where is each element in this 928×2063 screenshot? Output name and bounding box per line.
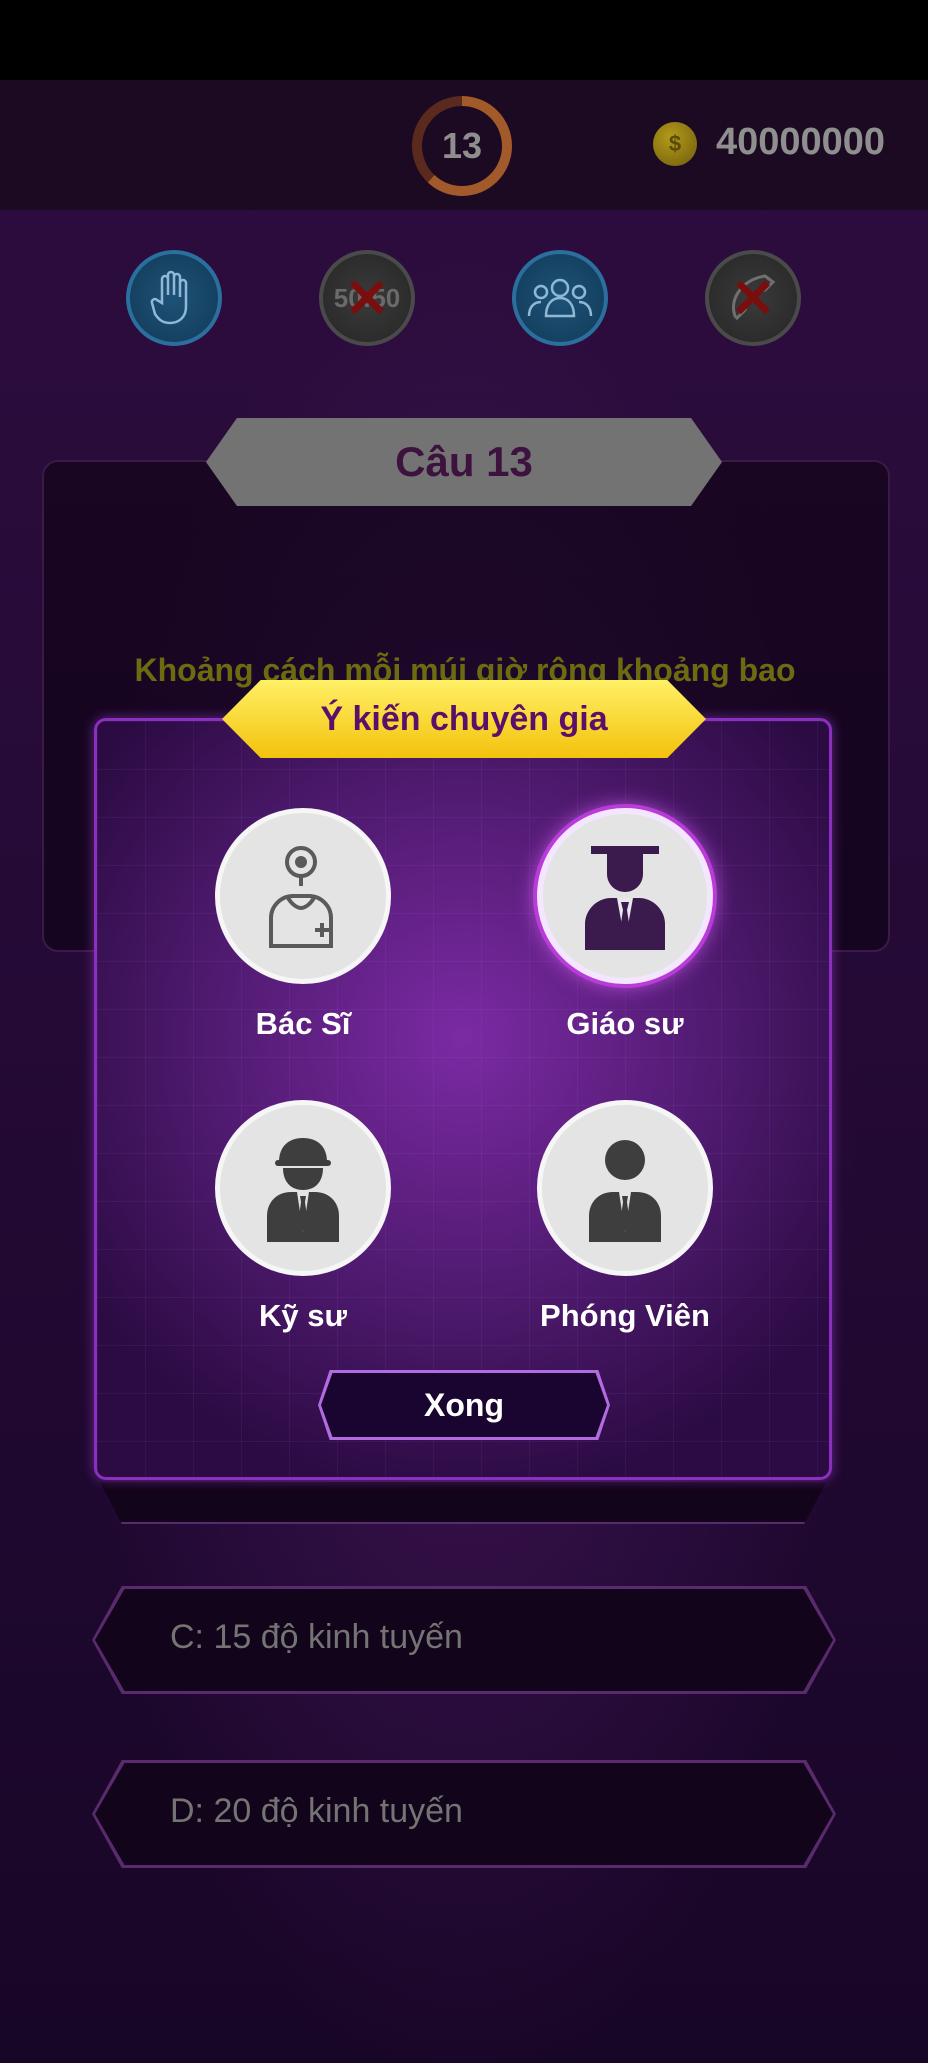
countdown-timer: 13	[412, 96, 512, 196]
lifeline-phone-button[interactable]: ✕	[705, 250, 801, 346]
done-button[interactable]: Xong	[318, 1370, 610, 1440]
used-x-icon: ✕	[344, 268, 390, 329]
expert-professor-label: Giáo sư	[566, 1006, 684, 1041]
professor-icon	[585, 846, 665, 950]
reporter-icon	[589, 1140, 661, 1242]
expert-reporter-label: Phóng Viên	[540, 1298, 710, 1333]
expert-doctor-button[interactable]	[215, 808, 391, 984]
coin-icon: $	[653, 122, 697, 166]
done-button-label: Xong	[321, 1373, 607, 1437]
answer-option-c[interactable]: C: 15 độ kinh tuyến	[92, 1586, 836, 1694]
expert-doctor-label: Bác Sĩ	[255, 1006, 351, 1041]
expert-engineer-label: Kỹ sư	[259, 1298, 347, 1333]
timer-value: 13	[422, 106, 502, 186]
question-number: Câu 13	[395, 438, 533, 485]
expert-professor-button[interactable]	[537, 808, 713, 984]
answer-option-hidden	[100, 1482, 826, 1524]
answer-label: C: 15 độ kinh tuyến	[170, 1617, 463, 1656]
dialog-title: Ý kiến chuyên gia	[320, 699, 608, 738]
doctor-icon	[269, 846, 333, 948]
expert-reporter-button[interactable]	[537, 1100, 713, 1276]
audience-icon	[527, 278, 593, 318]
answer-option-d[interactable]: D: 20 độ kinh tuyến	[92, 1760, 836, 1868]
lifeline-stop-button[interactable]	[126, 250, 222, 346]
lifeline-audience-button[interactable]	[512, 250, 608, 346]
hand-icon	[150, 270, 188, 325]
used-x-icon: ✕	[730, 268, 776, 329]
answer-label: D: 20 độ kinh tuyến	[170, 1791, 463, 1830]
engineer-icon	[267, 1138, 339, 1242]
expert-engineer-button[interactable]	[215, 1100, 391, 1276]
expert-opinion-dialog	[94, 718, 832, 1480]
lifeline-fifty-fifty-button[interactable]: 50:50 ✕	[319, 250, 415, 346]
coin-balance: 40000000	[716, 121, 886, 163]
status-bar	[0, 0, 928, 80]
